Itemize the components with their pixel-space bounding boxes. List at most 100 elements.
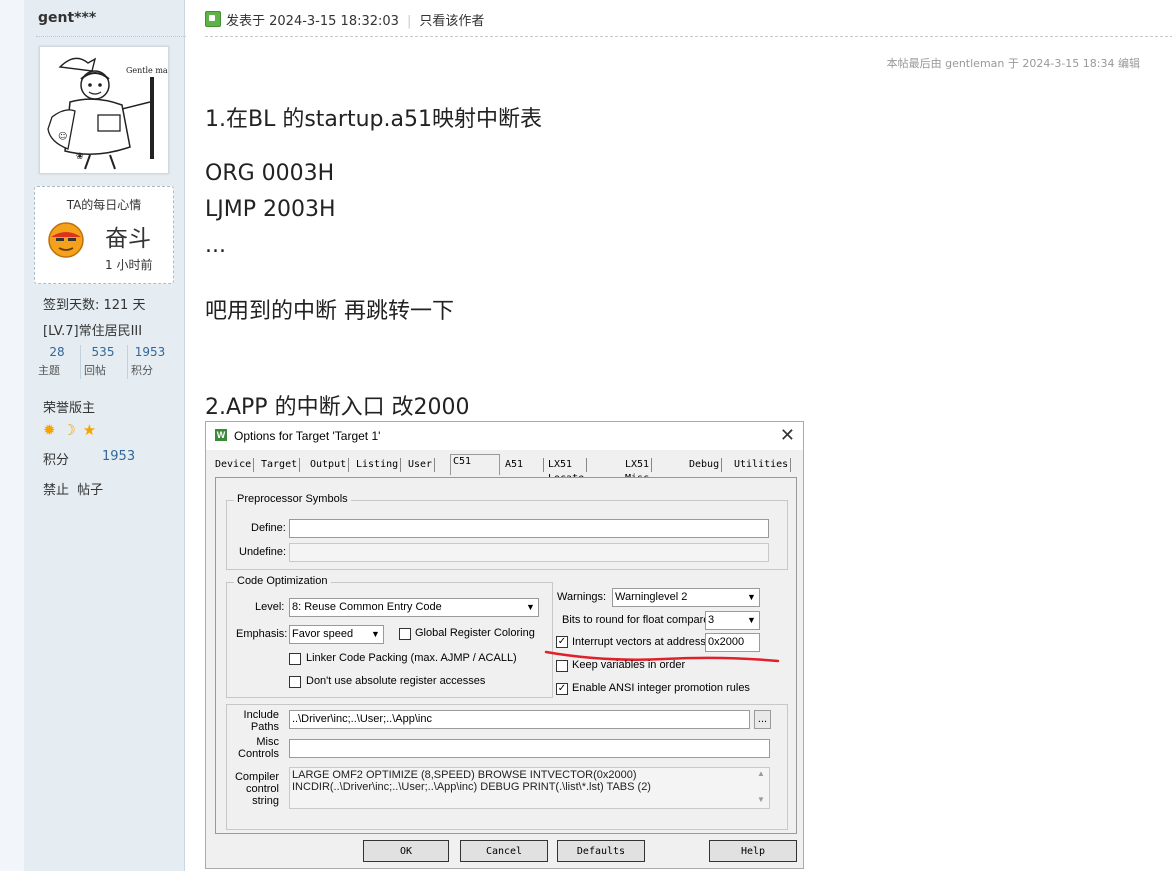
svg-text:❀: ❀ xyxy=(76,152,84,162)
tab-utilities[interactable]: Utilities xyxy=(732,458,792,472)
sidebar-divider xyxy=(36,36,186,37)
define-field[interactable] xyxy=(289,519,769,538)
emphasis-select[interactable]: Favor speed ▼ xyxy=(289,625,384,644)
browse-include-button[interactable]: ... xyxy=(754,710,771,729)
page-left-strip xyxy=(0,0,25,871)
code-optimization-group: Code Optimization Level: 8: Reuse Common… xyxy=(226,575,553,698)
moon-icon: ☽ xyxy=(62,421,76,439)
avatar[interactable]: Gentle man ☺ ❀ xyxy=(39,46,173,174)
stat-points-count: 1953 xyxy=(134,345,166,359)
keep-variables-checkbox[interactable] xyxy=(556,660,568,672)
define-label: Define: xyxy=(251,522,286,534)
star-icon: ★ xyxy=(82,421,97,439)
post-timestamp: 发表于 2024-3-15 18:32:03 xyxy=(226,14,399,29)
global-register-checkbox[interactable] xyxy=(399,628,411,640)
warnings-label: Warnings: xyxy=(557,591,607,603)
post-line-4: ... xyxy=(205,233,226,258)
points-label: 积分 xyxy=(43,453,70,468)
post-line-2: ORG 0003H xyxy=(205,161,335,186)
misc-controls-field[interactable] xyxy=(289,739,770,758)
avatar-drawing: Gentle man ☺ ❀ xyxy=(47,57,173,170)
stat-points[interactable]: 1953 积分 xyxy=(131,345,169,377)
close-icon[interactable]: ✕ xyxy=(780,425,795,446)
stat-divider xyxy=(80,345,81,379)
stat-threads-count: 28 xyxy=(49,345,65,359)
only-author-link[interactable]: 只看该作者 xyxy=(419,14,484,29)
keep-variables-label: Keep variables in order xyxy=(572,659,686,671)
tab-a51[interactable]: A51 xyxy=(503,458,544,472)
post-header-divider xyxy=(205,36,1172,37)
bits-round-value: 3 xyxy=(708,614,715,626)
level-value: 8: Reuse Common Entry Code xyxy=(292,601,442,613)
tab-listing[interactable]: Listing xyxy=(354,458,402,472)
sun-icon: ✹ xyxy=(43,421,56,439)
post-line-1: 1.在BL 的startup.a51映射中断表 xyxy=(205,107,542,132)
warnings-select[interactable]: Warninglevel 2 ▼ xyxy=(612,588,760,607)
ban-user-link[interactable]: 禁止 xyxy=(43,483,69,498)
tab-user[interactable]: User xyxy=(406,458,436,472)
ansi-promotion-checkbox[interactable]: ✓ xyxy=(556,683,568,695)
level-label: Level: xyxy=(255,601,285,613)
tab-target[interactable]: Target xyxy=(259,458,301,472)
avatar-caption: Gentle man xyxy=(126,66,168,75)
cancel-button[interactable]: Cancel xyxy=(460,840,548,862)
absolute-register-checkbox[interactable] xyxy=(289,676,301,688)
online-status-icon xyxy=(205,11,221,27)
undefine-label: Undefine: xyxy=(239,546,287,558)
defaults-button[interactable]: Defaults xyxy=(557,840,645,862)
compiler-options-group: Include Paths ..\Driver\inc;..\User;..\A… xyxy=(226,704,788,830)
linker-packing-checkbox[interactable] xyxy=(289,653,301,665)
warnings-value: Warninglevel 2 xyxy=(615,591,688,603)
c51-tab-page: Preprocessor Symbols Define: Undefine: C… xyxy=(215,477,797,834)
stat-replies-label: 回帖 xyxy=(84,364,106,377)
daily-mood-box: TA的每日心情 奋斗 1 小时前 xyxy=(34,186,174,284)
chevron-down-icon[interactable]: ▼ xyxy=(523,599,538,616)
post-line-5: 吧用到的中断 再跳转一下 xyxy=(205,299,454,324)
edit-note: 本帖最后由 gentleman 于 2024-3-15 18:34 编辑 xyxy=(886,57,1140,70)
dialog-titlebar: W Options for Target 'Target 1' ✕ xyxy=(206,422,803,450)
chevron-down-icon[interactable]: ▼ xyxy=(744,612,759,629)
interrupt-vectors-checkbox[interactable]: ✓ xyxy=(556,636,568,648)
level-select[interactable]: 8: Reuse Common Entry Code ▼ xyxy=(289,598,539,617)
stat-threads-label: 主题 xyxy=(38,364,60,377)
tab-lx51-misc[interactable]: LX51 Misc xyxy=(623,458,653,484)
mood-time: 1 小时前 xyxy=(105,258,153,272)
bits-round-select[interactable]: 3 ▼ xyxy=(705,611,760,630)
user-posts-link[interactable]: 帖子 xyxy=(77,483,103,498)
stat-replies-count: 535 xyxy=(91,345,115,359)
svg-text:☺: ☺ xyxy=(58,131,67,142)
emphasis-value: Favor speed xyxy=(292,628,354,640)
chevron-down-icon[interactable]: ▼ xyxy=(368,626,383,643)
code-optimization-label: Code Optimization xyxy=(234,575,331,587)
interrupt-vectors-label: Interrupt vectors at address: xyxy=(572,636,709,648)
points-value: 1953 xyxy=(102,449,136,464)
ok-button[interactable]: OK xyxy=(363,840,449,862)
preprocessor-label: Preprocessor Symbols xyxy=(234,493,351,505)
chevron-down-icon[interactable]: ▼ xyxy=(744,589,759,606)
include-paths-field[interactable]: ..\Driver\inc;..\User;..\App\inc xyxy=(289,710,750,729)
tab-output[interactable]: Output xyxy=(308,458,350,472)
signin-days: 签到天数: 121 天 xyxy=(43,298,146,313)
stat-replies[interactable]: 535 回帖 xyxy=(84,345,122,377)
author-name-link[interactable]: gent*** xyxy=(38,10,96,26)
honor-icons: ✹ ☽ ★ xyxy=(43,421,96,439)
stat-divider xyxy=(127,345,128,379)
stat-points-label: 积分 xyxy=(131,364,153,377)
scroll-up-icon[interactable]: ▲ xyxy=(757,769,765,778)
tab-c51[interactable]: C51 xyxy=(450,454,500,475)
mood-word: 奋斗 xyxy=(105,226,151,252)
user-level[interactable]: [LV.7]常住居民III xyxy=(43,320,142,339)
tab-debug[interactable]: Debug xyxy=(687,458,723,472)
tab-lx51-locate[interactable]: LX51 Locate xyxy=(546,458,588,484)
compiler-string-field: LARGE OMF2 OPTIMIZE (8,SPEED) BROWSE INT… xyxy=(289,767,770,809)
compiler-string-label: Compiler control string xyxy=(234,771,279,807)
tab-device[interactable]: Device xyxy=(213,458,255,472)
options-dialog: W Options for Target 'Target 1' ✕ Device… xyxy=(205,421,804,869)
help-button[interactable]: Help xyxy=(709,840,797,862)
stat-threads[interactable]: 28 主题 xyxy=(38,345,76,377)
post-line-6: 2.APP 的中断入口 改2000 xyxy=(205,395,470,420)
scroll-down-icon[interactable]: ▼ xyxy=(757,795,765,804)
admin-actions: 禁止 帖子 xyxy=(43,479,103,498)
emphasis-label: Emphasis: xyxy=(236,628,288,640)
absolute-register-label: Don't use absolute register accesses xyxy=(306,675,486,687)
